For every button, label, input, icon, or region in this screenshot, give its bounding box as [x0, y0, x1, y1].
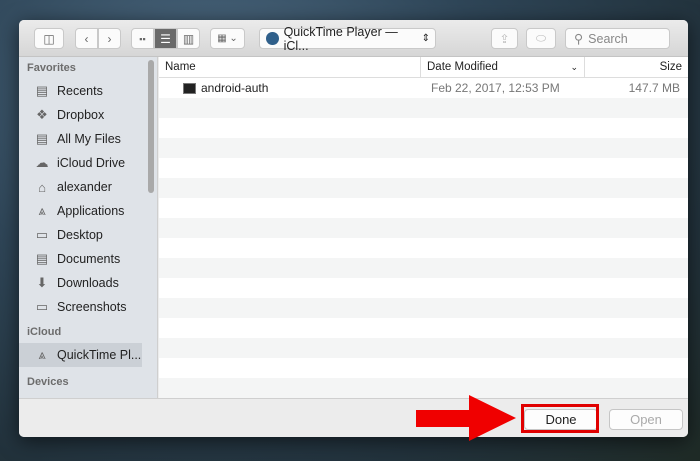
icon-view-button[interactable]: ▪▪ [131, 28, 154, 49]
grid-icon: ▪▪ [139, 33, 146, 44]
empty-row [159, 178, 688, 198]
sidebar-scrollbar[interactable] [148, 60, 154, 193]
sidebar-item-label: QuickTime Pl... [57, 348, 142, 362]
sidebar-item-dropbox[interactable]: ❖ Dropbox [19, 103, 157, 127]
share-icon: ⇪ [499, 31, 510, 46]
video-file-icon [183, 82, 196, 94]
empty-row [159, 198, 688, 218]
sidebar-icon: ◫ [43, 31, 55, 46]
red-arrow-annotation [416, 395, 516, 441]
chevron-down-icon: ⌄ [570, 62, 578, 72]
location-label: QuickTime Player — iCl... [283, 24, 398, 53]
file-row[interactable]: android-auth Feb 22, 2017, 12:53 PM 147.7 … [159, 78, 688, 98]
sidebar-item-label: Applications [57, 204, 125, 218]
empty-row [159, 278, 688, 298]
toolbar: ◫ ‹ › ▪▪ ☰ ▥ ▦ ⌄ QuickTime Player — iCl.… [19, 20, 688, 57]
share-button[interactable]: ⇪ [491, 28, 518, 49]
sidebar-item-applications[interactable]: ⩓ Applications [19, 199, 157, 223]
empty-row [159, 238, 688, 258]
sidebar-section-devices: Devices [27, 376, 69, 388]
sidebar-item-screenshots[interactable]: ▭ Screenshots [19, 295, 157, 319]
sidebar-item-label: Documents [57, 252, 121, 266]
list-view-button[interactable]: ☰ [154, 28, 177, 49]
empty-row [159, 158, 688, 178]
tag-icon: ⬭ [535, 31, 547, 45]
open-dialog: ◫ ‹ › ▪▪ ☰ ▥ ▦ ⌄ QuickTime Player — iCl.… [19, 20, 688, 437]
arrange-button[interactable]: ▦ ⌄ [210, 28, 245, 49]
sidebar-item-label: alexander [57, 180, 112, 194]
downloads-icon: ⬇ [36, 275, 48, 290]
empty-row [159, 298, 688, 318]
sidebar-item-label: All My Files [57, 132, 121, 146]
column-header-date[interactable]: Date Modified ⌄ [421, 57, 585, 77]
sidebar: Favorites ▤ Recents ❖ Dropbox ▤ All My Files ☁… [19, 57, 158, 398]
applications-icon: ⩓ [38, 203, 46, 218]
sidebar-item-alexander[interactable]: ⌂ alexander [19, 175, 157, 199]
applications-icon: ⩓ [38, 347, 46, 362]
empty-row [159, 358, 688, 378]
file-size: 147.7 MB [628, 81, 680, 95]
dropbox-icon: ❖ [36, 107, 48, 122]
chevron-right-icon: › [107, 31, 112, 46]
open-button[interactable]: Open [609, 409, 683, 430]
sidebar-item-label: iCloud Drive [57, 156, 126, 170]
folder-icon: ▭ [35, 299, 49, 314]
sidebar-item-label: Downloads [57, 276, 119, 290]
empty-row [159, 318, 688, 338]
chevron-left-icon: ‹ [84, 31, 89, 46]
cloud-icon: ☁ [35, 155, 49, 170]
sidebar-section-icloud: iCloud [27, 326, 62, 338]
sidebar-item-label: Dropbox [57, 108, 105, 122]
column-header-size[interactable]: Size [585, 57, 688, 77]
desktop-icon: ▭ [35, 227, 49, 242]
search-icon: ⚲ [574, 32, 584, 46]
sidebar-item-label: Desktop [57, 228, 103, 242]
quicktime-icon [266, 32, 279, 45]
sidebar-item-icloud-drive[interactable]: ☁ iCloud Drive [19, 151, 157, 175]
empty-row [159, 98, 688, 118]
forward-button[interactable]: › [98, 28, 121, 49]
column-view-button[interactable]: ▥ [177, 28, 200, 49]
empty-row [159, 118, 688, 138]
columns-icon: ▥ [182, 31, 195, 46]
sidebar-item-all-my-files[interactable]: ▤ All My Files [19, 127, 157, 151]
tag-button[interactable]: ⬭ [526, 28, 556, 49]
column-header-name[interactable]: Name [159, 57, 421, 77]
empty-row [159, 138, 688, 158]
back-button[interactable]: ‹ [75, 28, 98, 49]
empty-row [159, 218, 688, 238]
home-icon: ⌂ [38, 179, 46, 195]
updown-chevron-icon: ⇕ [421, 33, 430, 44]
sidebar-section-favorites: Favorites [27, 62, 76, 74]
location-popup[interactable]: QuickTime Player — iCl... ⇕ [259, 25, 436, 53]
file-list: Name Date Modified ⌄ Size android-auth Feb… [159, 57, 688, 398]
sidebar-item-label: Screenshots [57, 300, 127, 314]
sidebar-toggle-button[interactable]: ◫ [34, 28, 64, 49]
sidebar-item-label: Recents [57, 84, 103, 98]
arrange-icon: ▦ ⌄ [217, 33, 238, 44]
empty-row [159, 258, 688, 278]
file-name: android-auth [201, 81, 269, 95]
empty-row [159, 338, 688, 358]
sidebar-item-recents[interactable]: ▤ Recents [19, 79, 157, 103]
sidebar-item-downloads[interactable]: ⬇ Downloads [19, 271, 157, 295]
documents-icon: ▤ [35, 251, 49, 266]
column-header-date-label: Date Modified [427, 61, 498, 73]
file-date: Feb 22, 2017, 12:53 PM [431, 81, 560, 95]
search-placeholder: Search [588, 31, 628, 46]
sidebar-item-desktop[interactable]: ▭ Desktop [19, 223, 157, 247]
sidebar-item-quicktime[interactable]: ⩓ QuickTime Pl... [19, 343, 142, 367]
done-highlight-box [521, 404, 599, 433]
column-headers: Name Date Modified ⌄ Size [159, 57, 688, 78]
search-input[interactable]: ⚲ Search [565, 28, 670, 49]
recents-icon: ▤ [35, 83, 49, 98]
sidebar-item-documents[interactable]: ▤ Documents [19, 247, 157, 271]
list-icon: ☰ [160, 31, 171, 46]
all-files-icon: ▤ [35, 131, 49, 146]
